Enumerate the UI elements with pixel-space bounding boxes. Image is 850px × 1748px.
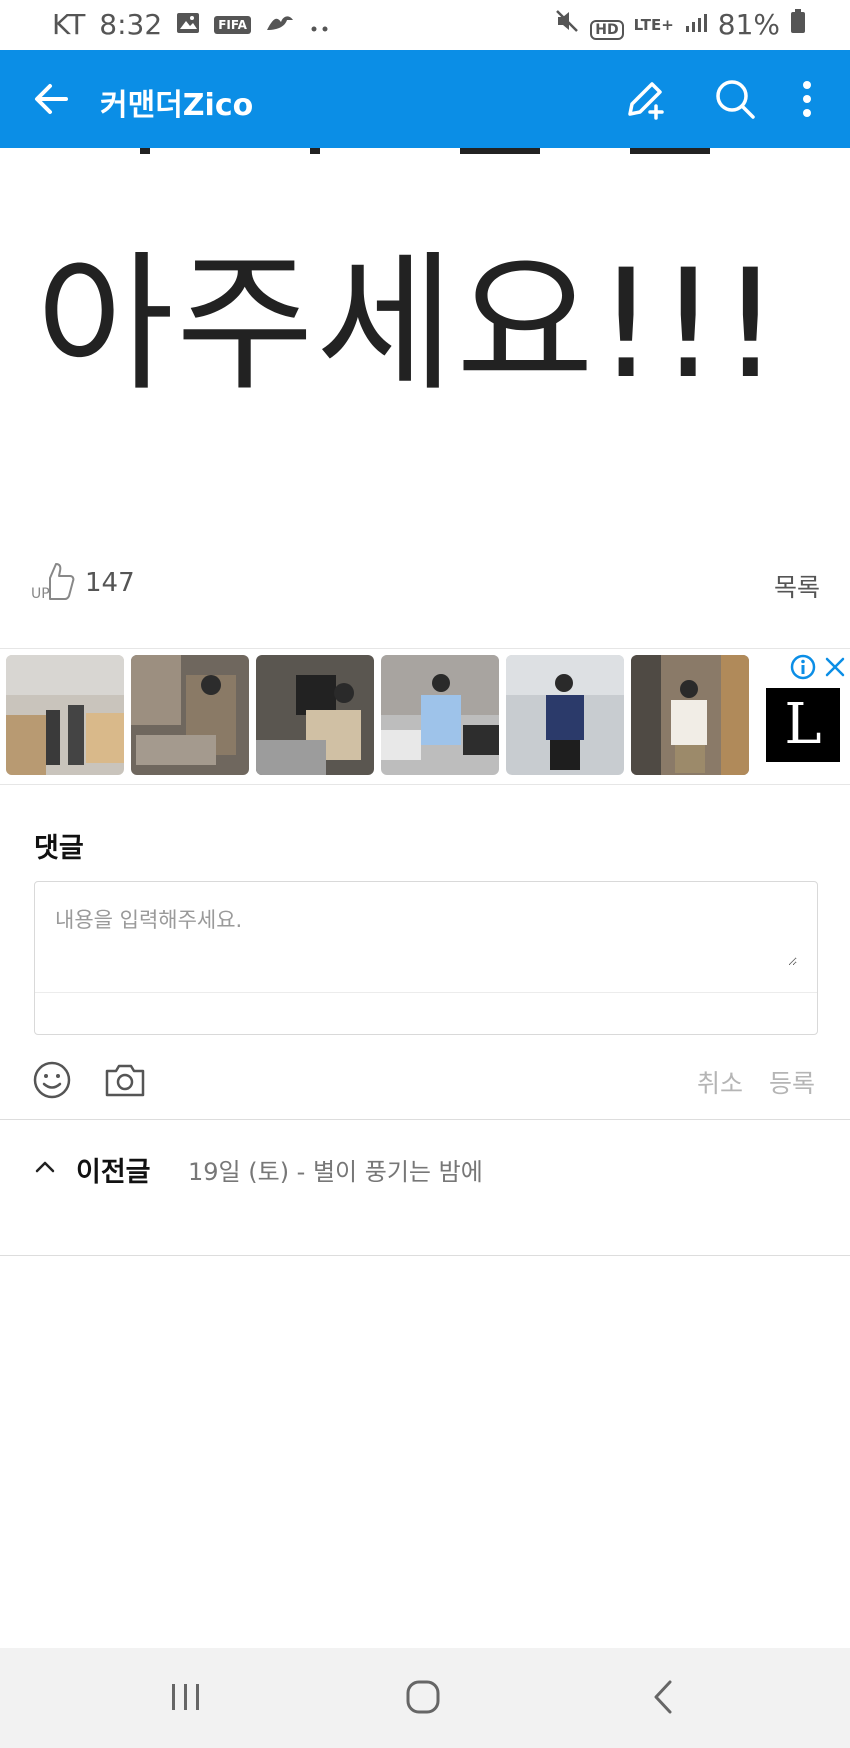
game-icon <box>265 8 295 41</box>
hd-voice-icon: HD <box>590 8 624 41</box>
hd-badge-text: HD <box>590 20 624 40</box>
comment-input[interactable] <box>53 902 797 966</box>
ad-banner[interactable] <box>0 648 850 785</box>
cancel-button[interactable]: 취소 <box>697 1064 743 1100</box>
chevron-up-icon <box>34 1156 56 1178</box>
previous-post-label: 이전글 <box>76 1157 151 1188</box>
camera-icon[interactable] <box>103 1058 147 1102</box>
ad-logo[interactable]: L <box>766 688 840 762</box>
fifa-icon: FIFA <box>214 15 251 34</box>
ad-thumbnail[interactable] <box>631 655 749 775</box>
status-left: KT 8:32 FIFA <box>52 8 331 41</box>
svg-text:UP: UP <box>31 586 50 602</box>
comment-box <box>34 881 818 1035</box>
previous-post-title[interactable]: 19일 (토) - 별이 풍기는 밤에 <box>188 1152 483 1187</box>
text-fragment <box>140 148 150 154</box>
ad-thumbnail[interactable] <box>381 655 499 775</box>
article-big-text: 아주세요!!! <box>36 238 783 412</box>
arrow-left-icon[interactable] <box>30 78 72 120</box>
text-fragment <box>310 148 320 154</box>
home-icon[interactable] <box>400 1674 448 1722</box>
ad-thumbnail[interactable] <box>506 655 624 775</box>
search-icon[interactable] <box>712 76 758 122</box>
battery-icon <box>790 8 806 41</box>
ad-info-icon[interactable] <box>790 654 816 680</box>
like-row: UP 147 목록 <box>30 558 820 608</box>
list-button[interactable]: 목록 <box>774 568 820 604</box>
text-fragment <box>630 148 710 154</box>
fifa-badge-text: FIFA <box>214 15 251 34</box>
back-icon[interactable] <box>640 1674 688 1722</box>
write-icon[interactable] <box>622 76 668 122</box>
previous-post-row[interactable]: 이전글 19일 (토) - 별이 풍기는 밤에 <box>30 1148 820 1188</box>
system-nav-bar <box>0 1648 850 1748</box>
gallery-icon <box>176 8 200 41</box>
ad-close-icon[interactable] <box>822 654 848 680</box>
submit-button[interactable]: 등록 <box>769 1064 815 1100</box>
carrier-label: KT <box>52 8 86 41</box>
comment-box-divider <box>35 992 817 993</box>
page-title: 커맨더Zico <box>100 88 254 123</box>
emoji-icon[interactable] <box>30 1058 74 1102</box>
signal-icon <box>684 8 708 41</box>
mute-icon <box>554 8 580 41</box>
clock: 8:32 <box>99 8 163 41</box>
text-fragment <box>460 148 540 154</box>
ad-thumbnail[interactable] <box>131 655 249 775</box>
comments-title: 댓글 <box>34 833 84 864</box>
status-right: HD LTE+ 81% <box>554 8 806 41</box>
status-bar: KT 8:32 FIFA HD LTE+ 81% <box>0 0 850 50</box>
thumbs-up-icon[interactable]: UP <box>30 558 78 604</box>
battery-percent: 81% <box>717 8 780 41</box>
like-count: 147 <box>85 568 135 598</box>
more-dots-icon <box>309 8 331 41</box>
more-vert-icon[interactable] <box>784 76 830 122</box>
recents-icon[interactable] <box>162 1674 210 1722</box>
divider <box>0 1119 850 1120</box>
network-type: LTE+ <box>633 15 674 34</box>
app-bar: 커맨더Zico <box>0 50 850 148</box>
lte-icon: LTE+ <box>634 16 674 34</box>
ad-thumbnail[interactable] <box>256 655 374 775</box>
ad-thumbnail[interactable] <box>6 655 124 775</box>
cropped-text-fragments <box>0 148 850 160</box>
divider <box>0 1255 850 1256</box>
